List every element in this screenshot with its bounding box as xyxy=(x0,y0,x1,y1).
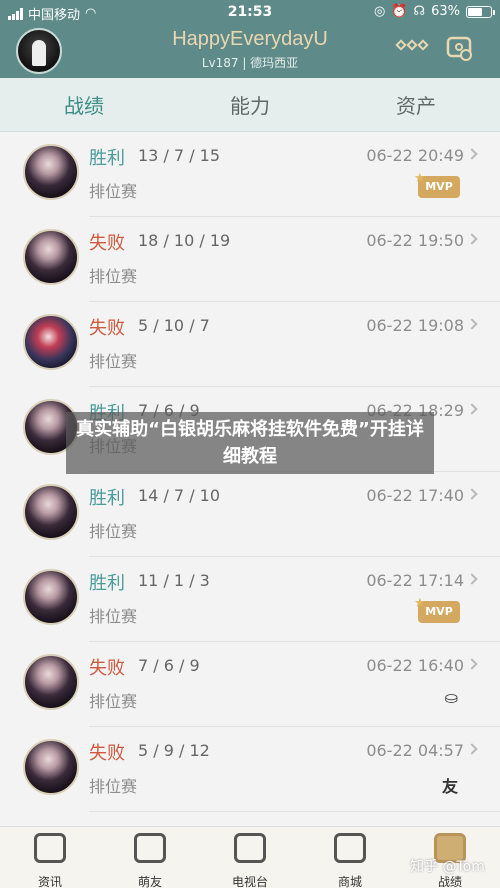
match-row[interactable]: 胜利 13 / 7 / 15排位赛 06-22 20:49 MVP xyxy=(0,132,500,217)
match-result: 失败 xyxy=(89,318,125,339)
match-date: 06-22 19:08 xyxy=(366,316,464,335)
mvp-badge: MVP xyxy=(414,593,460,623)
alarm-icon: ⏰ xyxy=(391,4,408,19)
match-row[interactable]: 失败 7 / 6 / 9 排位赛 06-22 16:40 ⛀ xyxy=(0,642,500,727)
match-date: 06-22 04:57 xyxy=(366,741,464,760)
champion-avatar xyxy=(23,484,79,540)
match-mode: 排位赛 xyxy=(89,352,138,371)
match-row[interactable]: 胜利 14 / 7 / 10 排位赛 06-22 17:40 xyxy=(0,472,500,557)
match-date: 06-22 20:49 xyxy=(366,146,464,165)
match-date: 06-22 16:40 xyxy=(366,656,464,675)
match-result: 失败 xyxy=(89,743,125,764)
chevron-right-icon xyxy=(466,488,478,500)
match-kda: 13 / 7 / 15 xyxy=(138,146,221,165)
nav-shop-label: 商城 xyxy=(337,875,362,888)
nav-news[interactable]: 资讯 xyxy=(0,827,100,888)
match-result: 失败 xyxy=(89,233,125,254)
status-right: ◎ ⏰ ☊ 63% xyxy=(374,4,495,19)
champion-avatar xyxy=(23,314,79,370)
nav-news-label: 资讯 xyxy=(37,875,62,888)
champion-avatar xyxy=(23,739,79,795)
match-kda: 18 / 10 / 19 xyxy=(138,231,231,250)
nav-shop[interactable]: 商城 xyxy=(300,827,400,888)
champion-avatar xyxy=(23,144,79,200)
friend-badge: 友 xyxy=(441,777,458,796)
mvp-badge: MVP xyxy=(414,168,460,198)
match-result: 胜利 xyxy=(89,148,125,169)
match-mode: 排位赛 xyxy=(89,182,138,201)
match-date: 06-22 17:14 xyxy=(366,571,464,590)
nav-friends[interactable]: 萌友 xyxy=(100,827,200,888)
chevron-right-icon xyxy=(466,573,478,585)
tv-icon xyxy=(234,833,266,863)
headphones-icon: ☊ xyxy=(413,4,426,19)
tab-bar: 战绩 能力 资产 xyxy=(0,78,500,132)
match-kda: 14 / 7 / 10 xyxy=(138,486,221,505)
match-date: 06-22 19:50 xyxy=(366,231,464,250)
chevron-right-icon xyxy=(466,148,478,160)
match-mode: 排位赛 xyxy=(89,692,138,711)
match-kda: 5 / 9 / 12 xyxy=(138,741,210,760)
watermark: 知乎 @Tom xyxy=(410,859,485,875)
champion-avatar xyxy=(23,654,79,710)
screen-lock-icon: ◎ xyxy=(374,4,386,19)
chevron-right-icon xyxy=(466,743,478,755)
match-result: 失败 xyxy=(89,658,125,679)
chevron-right-icon xyxy=(466,658,478,670)
tab-assets[interactable]: 资产 xyxy=(356,90,476,119)
match-kda: 5 / 10 / 7 xyxy=(138,316,210,335)
nav-friends-label: 萌友 xyxy=(137,875,162,888)
match-kda: 11 / 1 / 3 xyxy=(138,571,210,590)
match-mode: 排位赛 xyxy=(89,267,138,286)
overlay-banner: 真实辅助“白银胡乐麻将挂软件免费”开挂详细教程 xyxy=(66,412,434,474)
more-icon[interactable] xyxy=(395,39,429,51)
match-mode: 排位赛 xyxy=(89,777,138,796)
match-row[interactable]: 失败 18 / 10 / 19 排位赛 06-22 19:50 xyxy=(0,217,500,302)
nav-tv-label: 电视台 xyxy=(231,875,268,888)
chevron-right-icon xyxy=(466,403,478,415)
champion-avatar xyxy=(23,569,79,625)
battery-percent: 63% xyxy=(431,4,460,19)
shop-icon xyxy=(334,833,366,863)
match-row[interactable]: 失败 5 / 10 / 7 排位赛 06-22 19:08 xyxy=(0,302,500,387)
message-icon[interactable] xyxy=(446,36,474,62)
battery-icon xyxy=(466,5,495,18)
match-kda: 7 / 6 / 9 xyxy=(138,656,200,675)
chevron-right-icon xyxy=(466,233,478,245)
match-result: 胜利 xyxy=(89,573,125,594)
chevron-right-icon xyxy=(466,318,478,330)
champion-avatar xyxy=(23,229,79,285)
tab-record[interactable]: 战绩 xyxy=(24,90,144,119)
profile-level-server: Lv187 | 德玛西亚 xyxy=(201,56,299,70)
row-divider xyxy=(89,811,500,812)
tab-ability[interactable]: 能力 xyxy=(190,90,310,119)
status-bar: 中国移动 ◠ 21:53 ◎ ⏰ ☊ 63% xyxy=(0,0,500,24)
news-icon xyxy=(34,833,66,863)
match-result: 胜利 xyxy=(89,488,125,509)
friends-icon xyxy=(134,833,166,863)
match-row[interactable]: 胜利 11 / 1 / 3排位赛 06-22 17:14 MVP xyxy=(0,557,500,642)
match-date: 06-22 17:40 xyxy=(366,486,464,505)
match-row[interactable]: 失败 5 / 9 / 12 排位赛 06-22 04:57 友 xyxy=(0,727,500,812)
profile-header: HappyEverydayU Lv187 | 德玛西亚 xyxy=(0,24,500,78)
match-mode: 排位赛 xyxy=(89,522,138,541)
squad-icon: ⛀ xyxy=(444,688,458,707)
nav-tv[interactable]: 电视台 xyxy=(200,827,300,888)
match-mode: 排位赛 xyxy=(89,607,138,626)
